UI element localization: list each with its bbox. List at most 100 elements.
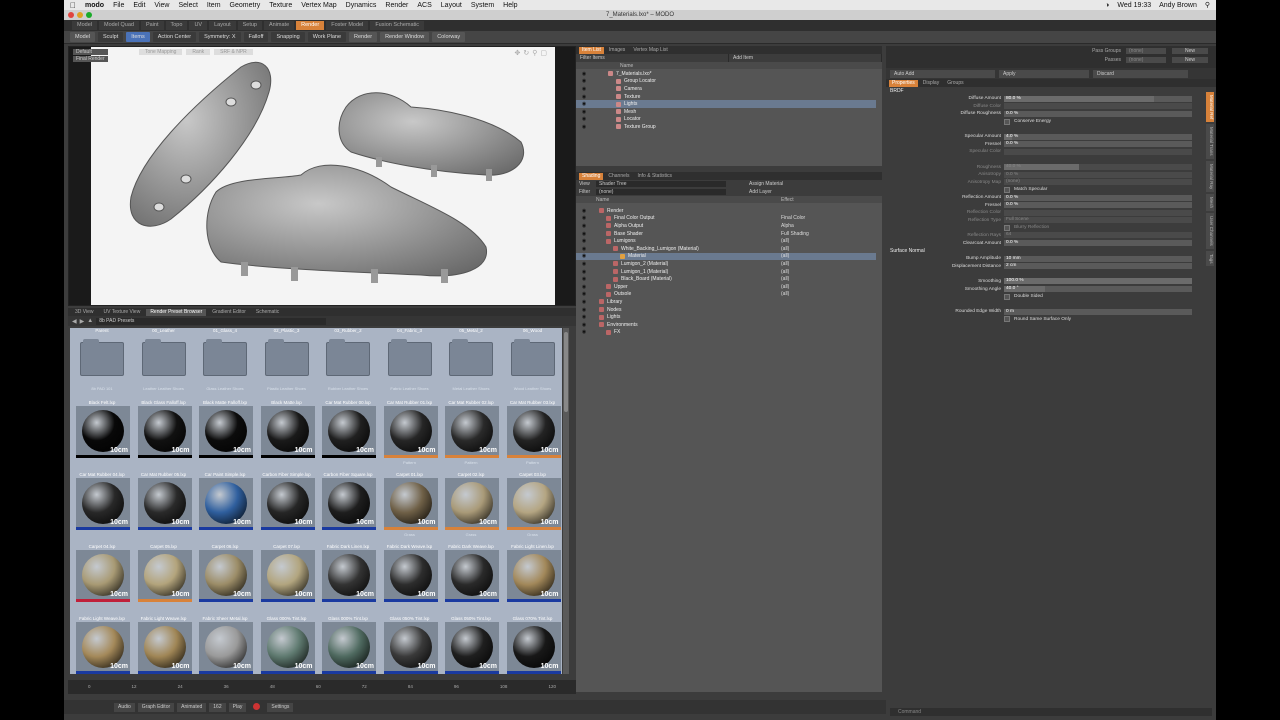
shader-tree-row[interactable]: ◉ Lumigon_2 (Material) (all) <box>576 260 876 268</box>
preset-item[interactable]: 10cm Black Matte Falloff.lxp <box>195 400 255 470</box>
preset-folder[interactable]: Parent 8b PAD 101 <box>72 328 132 398</box>
preset-item[interactable]: 10cm Fabric Dark Weave.lxp <box>380 544 440 614</box>
preset-item[interactable]: 10cm Black Felt.lxp <box>72 400 132 470</box>
preset-item[interactable]: 10cm Car Mat Rubber 03.lxp Pattern <box>503 400 563 470</box>
visibility-eye-icon[interactable]: ◉ <box>576 253 592 259</box>
preset-item[interactable]: 10cm Fabric Dark Linen.lxp <box>318 544 378 614</box>
menu-acs[interactable]: ACS <box>417 2 431 9</box>
property-value-field[interactable]: 64 <box>1004 232 1192 239</box>
render-viewport[interactable]: Default Final Render Tone Mapping Rank S… <box>68 46 576 306</box>
shader-tree-row[interactable]: ◉ Library <box>576 298 876 306</box>
spotlight-icon[interactable]: ⚲ <box>1205 1 1210 9</box>
preset-folder[interactable]: 03_Rubber_2 Rubber Leather Shoes <box>318 328 378 398</box>
tab-info-statistics[interactable]: Info & Statistics <box>635 173 675 180</box>
shader-tree-row[interactable]: ◉ Black_Board (Material) (all) <box>576 275 876 283</box>
layout-tab-model[interactable]: Model <box>72 21 97 30</box>
preset-item[interactable]: 10cm Fabric Sheer Metal.lxp <box>195 616 255 674</box>
shader-tree-row[interactable]: ◉ White_Backing_Lumigon (Material) (all) <box>576 245 876 253</box>
property-checkbox[interactable] <box>1004 118 1010 125</box>
play-button[interactable]: Play <box>228 702 247 712</box>
property-value-field[interactable]: Full Scene <box>1004 217 1192 224</box>
preset-item[interactable]: 10cm Carpet 02.lxp Grass <box>441 472 501 542</box>
auto-add-button[interactable]: Auto Add <box>890 69 995 78</box>
layout-tab-animate[interactable]: Animate <box>263 21 295 30</box>
menu-item[interactable]: Item <box>207 2 221 9</box>
property-checkbox[interactable] <box>1004 186 1010 193</box>
layout-tab-render[interactable]: Render <box>296 21 325 30</box>
forward-icon[interactable]: ▶ <box>80 318 85 325</box>
shader-tree-row[interactable]: ◉ Material (all) <box>576 252 876 261</box>
visibility-eye-icon[interactable]: ◉ <box>576 284 592 290</box>
preset-item[interactable]: 10cm Car Paint Simple.lxp <box>195 472 255 542</box>
preset-path-field[interactable]: 8b PAD Presets <box>96 317 327 325</box>
graph-editor-button[interactable]: Graph Editor <box>137 702 175 712</box>
render-window-button[interactable]: Render Window <box>380 32 430 42</box>
visibility-eye-icon[interactable]: ◉ <box>576 276 592 282</box>
property-value-field[interactable]: 40.0 % <box>1004 164 1192 171</box>
apple-icon[interactable]:  <box>70 1 76 10</box>
assign-material-button[interactable]: Assign Material <box>746 181 783 187</box>
passes-dropdown[interactable]: (none) <box>1126 57 1166 63</box>
preset-folder[interactable]: 05_Metal_2 Metal Leather Shoes <box>441 328 501 398</box>
side-tab-mesh[interactable]: Mesh <box>1206 194 1214 212</box>
shader-tree-row[interactable]: ◉ Environments <box>576 321 876 329</box>
user-name[interactable]: Andy Brown <box>1159 2 1197 9</box>
app-menu[interactable]: modo <box>85 2 104 9</box>
tab-images[interactable]: Images <box>606 47 628 54</box>
shader-name-header[interactable]: Name <box>576 197 781 203</box>
pass-groups-dropdown[interactable]: (none) <box>1126 48 1166 54</box>
visibility-eye-icon[interactable]: ◉ <box>576 314 592 320</box>
snapping-button[interactable]: Snapping <box>271 32 305 42</box>
minimize-window-button[interactable] <box>77 12 83 18</box>
layout-tab-topo[interactable]: Topo <box>165 21 188 30</box>
property-value-field[interactable]: 0.0 % <box>1004 240 1192 247</box>
preset-item[interactable]: 10cm Carpet 03.lxp Grass <box>503 472 563 542</box>
visibility-eye-icon[interactable]: ◉ <box>576 246 592 252</box>
browser-scrollbar[interactable] <box>563 328 569 674</box>
visibility-eye-icon[interactable]: ◉ <box>576 101 592 107</box>
menu-system[interactable]: System <box>471 2 494 9</box>
visibility-eye-icon[interactable]: ◉ <box>576 109 592 115</box>
tab-item-list[interactable]: Item List <box>579 46 604 54</box>
items-button[interactable]: Items <box>126 32 150 42</box>
add-item-button[interactable]: Add Item <box>729 54 882 62</box>
side-tab-material-ref[interactable]: Material Ref <box>1206 92 1214 123</box>
browser-tab-uv-texture-view[interactable]: UV Texture View <box>100 309 145 316</box>
item-list-row[interactable]: ◉ Camera <box>576 85 876 93</box>
menu-texture[interactable]: Texture <box>269 2 292 9</box>
visibility-eye-icon[interactable]: ◉ <box>576 291 592 297</box>
wifi-icon[interactable]: ◑ <box>1105 2 1109 9</box>
preset-item[interactable]: 10cm Black Glass Falloff.lxp <box>134 400 194 470</box>
render-button[interactable]: Render <box>349 32 378 42</box>
visibility-eye-icon[interactable]: ◉ <box>576 329 592 335</box>
preset-item[interactable]: 10cm Car Mat Rubber 04.lxp <box>72 472 132 542</box>
falloff-dropdown[interactable]: Falloff <box>243 32 269 42</box>
preset-item[interactable]: 10cm Carpet 01.lxp Grass <box>380 472 440 542</box>
layout-tab-setup[interactable]: Setup <box>237 21 262 30</box>
browser-tab-gradient-editor[interactable]: Gradient Editor <box>208 309 250 316</box>
menu-geometry[interactable]: Geometry <box>230 2 261 9</box>
rotate-icon[interactable]: ↻ <box>523 49 529 57</box>
preset-item[interactable]: 10cm Fabric Light Weave.lxp <box>72 616 132 674</box>
visibility-eye-icon[interactable]: ◉ <box>576 322 592 328</box>
srf-npr-label[interactable]: SRF & NPR <box>214 49 253 55</box>
discard-button[interactable]: Discard <box>1093 69 1188 78</box>
browser-tab-schematic[interactable]: Schematic <box>252 309 283 316</box>
side-tab-tags[interactable]: Tags <box>1206 250 1214 267</box>
menu-help[interactable]: Help <box>503 2 517 9</box>
layout-tab-fusion-schematic[interactable]: Fusion Schematic <box>370 21 425 30</box>
viewport-info-final[interactable]: Final Render <box>73 56 108 62</box>
shader-tree-row[interactable]: ◉ Lumigons (all) <box>576 237 876 245</box>
menu-edit[interactable]: Edit <box>133 2 145 9</box>
item-list-row[interactable]: ◉ Texture Group <box>576 123 876 131</box>
preset-item[interactable]: 10cm Glass 000% Tint.lxp <box>257 616 317 674</box>
preset-browser-grid[interactable]: Parent 8b PAD 101 00_Leather Leather Leathe… <box>70 328 562 674</box>
preset-item[interactable]: 10cm Car Mat Rubber 00.lxp <box>318 400 378 470</box>
property-checkbox[interactable] <box>1004 316 1010 323</box>
visibility-eye-icon[interactable]: ◉ <box>576 215 592 221</box>
preset-folder[interactable]: 06_Wood Wood Leather Shoes <box>503 328 563 398</box>
preset-item[interactable]: 10cm Fabric Light Linen.lxp <box>503 544 563 614</box>
audio-button[interactable]: Audio <box>114 702 135 712</box>
menu-select[interactable]: Select <box>178 2 197 9</box>
work-plane-button[interactable]: Work Plane <box>307 32 347 42</box>
